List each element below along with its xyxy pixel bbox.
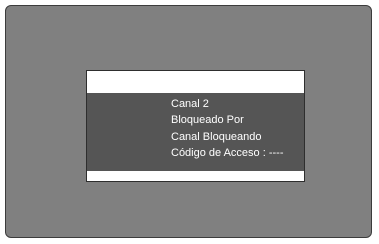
channel-number-text: Canal 2 bbox=[171, 98, 209, 110]
lock-reason-text: Canal Bloqueando bbox=[171, 131, 262, 143]
tv-screen: Canal 2 Bloqueado Por Canal Bloqueando C… bbox=[5, 5, 372, 238]
blocked-by-text: Bloqueado Por bbox=[171, 114, 244, 126]
access-code-field[interactable]: Código de Acceso : ---- bbox=[171, 146, 284, 160]
dialog-body: Canal 2 Bloqueado Por Canal Bloqueando C… bbox=[87, 93, 304, 171]
dialog-top-bar bbox=[87, 71, 304, 93]
channel-lock-dialog: Canal 2 Bloqueado Por Canal Bloqueando C… bbox=[86, 70, 305, 182]
dialog-bottom-bar bbox=[87, 171, 304, 181]
